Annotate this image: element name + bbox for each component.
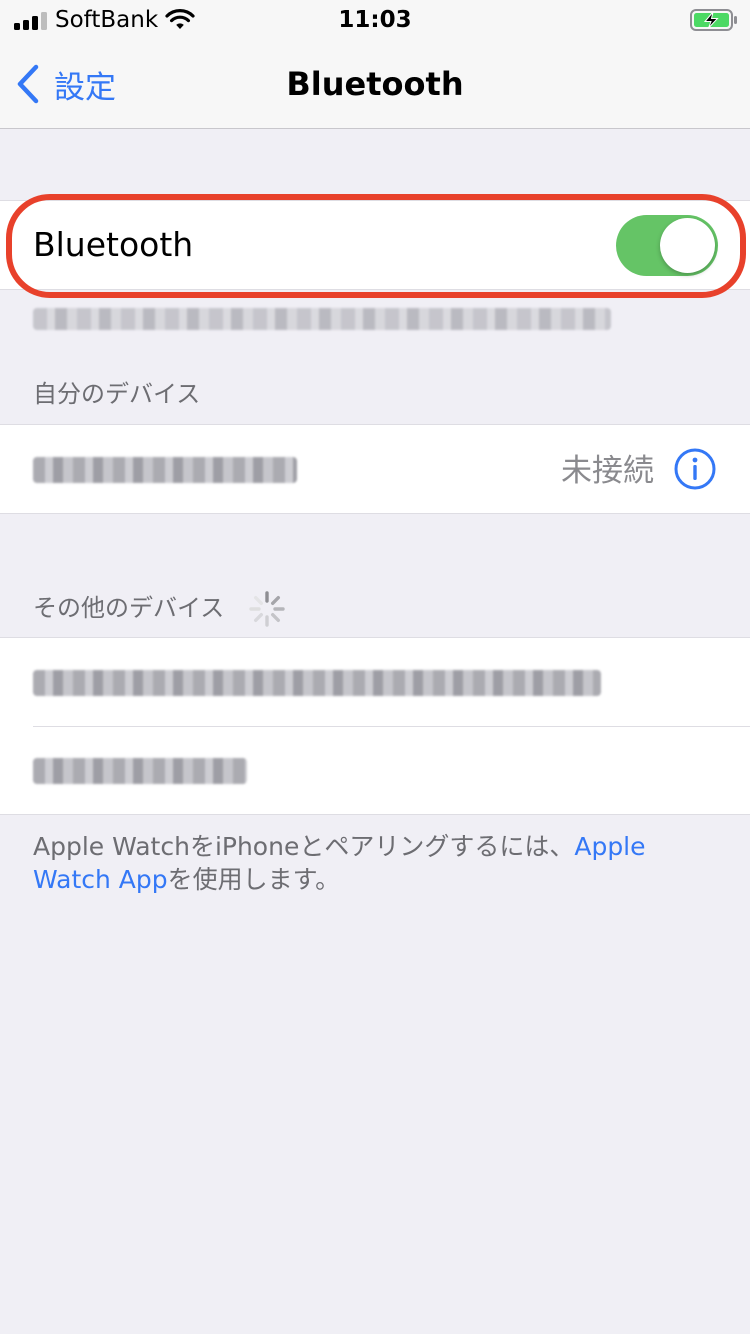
list-item[interactable] [0,726,750,814]
toggle-knob [660,218,715,273]
battery-charging-icon [690,9,737,31]
list-item[interactable]: 未接続 [0,425,750,513]
footer-text: Apple WatchをiPhoneとペアリングするには、 [33,832,575,861]
footer-note: Apple WatchをiPhoneとペアリングするには、Apple Watch… [33,830,723,896]
bluetooth-toggle-row: Bluetooth [0,200,750,290]
my-devices-list: 未接続 [0,424,750,514]
list-item[interactable] [0,638,750,726]
footer-text-end: を使用します。 [167,865,341,894]
bluetooth-toggle-label: Bluetooth [33,225,194,264]
my-devices-header: 自分のデバイス [33,380,201,408]
clock: 11:03 [338,7,412,33]
other-devices-list [0,637,750,815]
connection-status: 未接続 [561,453,654,489]
discoverable-name-text [33,304,613,334]
other-devices-header: その他のデバイス [33,594,225,622]
loading-spinner-icon [249,591,285,627]
navigation-bar: 設定 Bluetooth [0,40,750,129]
info-circle-icon[interactable] [674,448,716,490]
status-bar: SoftBank 11:03 [0,0,750,40]
page-title: Bluetooth [286,65,464,103]
bluetooth-toggle-switch[interactable] [616,215,718,276]
